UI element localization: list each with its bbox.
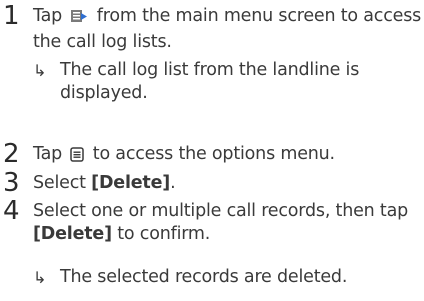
result-arrow-icon: ↳ xyxy=(33,61,47,80)
step-text: Select one or multiple call records, the… xyxy=(33,201,409,244)
result-arrow-icon: ↳ xyxy=(33,268,47,287)
step-text: Tap to access the options menu. xyxy=(33,143,423,169)
step-text: Tap from the main menu screen to access … xyxy=(33,6,422,52)
step-number: 2 xyxy=(3,139,20,169)
step-number: 1 xyxy=(3,1,20,31)
delete-option-label: [Delete] xyxy=(91,173,171,193)
step-text: Select [Delete]. xyxy=(33,173,176,193)
step-number: 4 xyxy=(3,196,20,226)
step-number: 3 xyxy=(3,168,20,198)
call-log-icon xyxy=(70,8,88,31)
options-menu-icon xyxy=(70,146,85,169)
delete-option-label: [Delete] xyxy=(33,224,112,244)
